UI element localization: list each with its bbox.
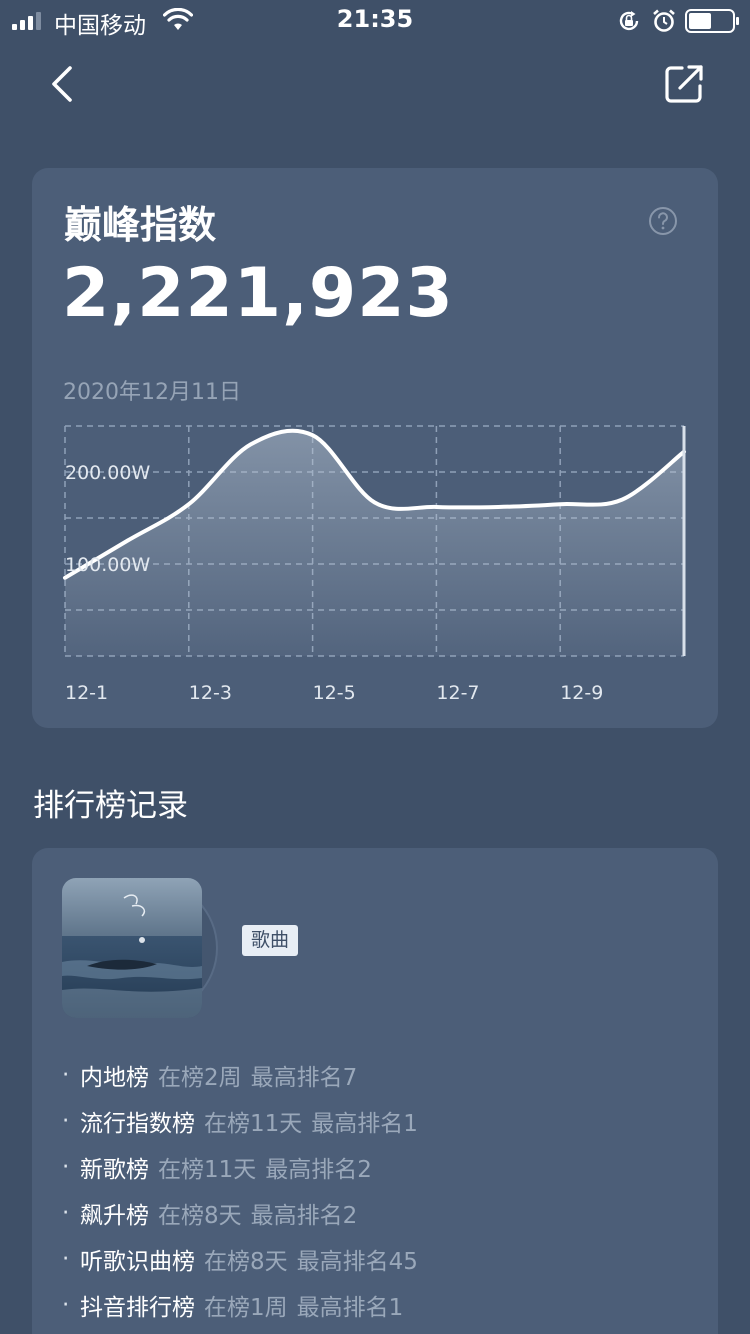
bullet: · bbox=[62, 1246, 70, 1272]
bullet: · bbox=[62, 1108, 70, 1134]
ranking-item[interactable]: · 抖音排行榜 在榜1周 最高排名1 bbox=[62, 1282, 418, 1328]
ranking-item[interactable]: · 流行指数榜 在榜11天 最高排名1 bbox=[62, 1098, 418, 1144]
chart-best-rank: 最高排名1 bbox=[311, 1111, 418, 1137]
chart-x-tick-label: 12-7 bbox=[436, 682, 479, 704]
bullet: · bbox=[62, 1200, 70, 1226]
chart-duration: 在榜8天 bbox=[158, 1203, 242, 1229]
chart-duration: 在榜8天 bbox=[204, 1249, 288, 1275]
chart-y-tick-label: 200.00W bbox=[65, 462, 150, 484]
chart-area-fill bbox=[65, 430, 684, 656]
chart-best-rank: 最高排名2 bbox=[265, 1157, 372, 1183]
chart-duration: 在榜1周 bbox=[204, 1295, 288, 1321]
battery-icon bbox=[685, 9, 739, 33]
bullet: · bbox=[62, 1292, 70, 1318]
chart-name: 抖音排行榜 bbox=[80, 1295, 195, 1321]
chart-best-rank: 最高排名45 bbox=[296, 1249, 418, 1275]
peak-index-chart: 200.00W 100.00W 12-1 12-3 12-5 12-7 12-9 bbox=[63, 425, 686, 704]
bullet: · bbox=[62, 1154, 70, 1180]
chart-name: 流行指数榜 bbox=[80, 1111, 195, 1137]
chart-x-tick-label: 12-5 bbox=[313, 682, 356, 704]
chart-duration: 在榜11天 bbox=[158, 1157, 257, 1183]
chart-x-tick-label: 12-3 bbox=[189, 682, 232, 704]
chart-name: 内地榜 bbox=[80, 1065, 149, 1091]
chart-name: 新歌榜 bbox=[80, 1157, 149, 1183]
chart-name: 听歌识曲榜 bbox=[80, 1249, 195, 1275]
rotation-lock-icon bbox=[619, 11, 639, 31]
share-icon[interactable] bbox=[662, 62, 706, 106]
chart-x-tick-label: 12-9 bbox=[560, 682, 603, 704]
chart-best-rank: 最高排名2 bbox=[250, 1203, 358, 1229]
alarm-icon bbox=[653, 9, 675, 32]
ranking-item[interactable]: · 飙升榜 在榜8天 最高排名2 bbox=[62, 1190, 418, 1236]
chart-duration: 在榜2周 bbox=[158, 1065, 242, 1091]
ranking-item[interactable]: · 新歌榜 在榜11天 最高排名2 bbox=[62, 1144, 418, 1190]
chart-x-tick-label: 12-1 bbox=[65, 682, 108, 704]
chart-best-rank: 最高排名1 bbox=[296, 1295, 404, 1321]
bullet: · bbox=[62, 1062, 70, 1088]
chart-y-tick-label: 100.00W bbox=[65, 554, 150, 576]
chart-best-rank: 最高排名7 bbox=[250, 1065, 358, 1091]
chart-duration: 在榜11天 bbox=[204, 1111, 303, 1137]
peak-index-card: 巅峰指数 2,221,923 2020年12月11日 200.00W 100.00… bbox=[32, 168, 718, 728]
ranking-card: 歌曲 · 内地榜 在榜2周 最高排名7 · 流行指数榜 在榜11天 最高排名1 … bbox=[32, 848, 718, 1334]
ranking-heading: 排行榜记录 bbox=[33, 788, 188, 824]
back-icon[interactable] bbox=[44, 62, 84, 106]
ranking-list: · 内地榜 在榜2周 最高排名7 · 流行指数榜 在榜11天 最高排名1 · 新… bbox=[62, 1052, 418, 1328]
album-cover[interactable] bbox=[62, 878, 202, 1018]
ranking-item[interactable]: · 内地榜 在榜2周 最高排名7 bbox=[62, 1052, 418, 1098]
ranking-item[interactable]: · 听歌识曲榜 在榜8天 最高排名45 bbox=[62, 1236, 418, 1282]
status-bar: 中国移动 21:35 bbox=[0, 0, 750, 40]
song-tag: 歌曲 bbox=[242, 925, 299, 956]
chart-name: 飙升榜 bbox=[80, 1203, 149, 1229]
